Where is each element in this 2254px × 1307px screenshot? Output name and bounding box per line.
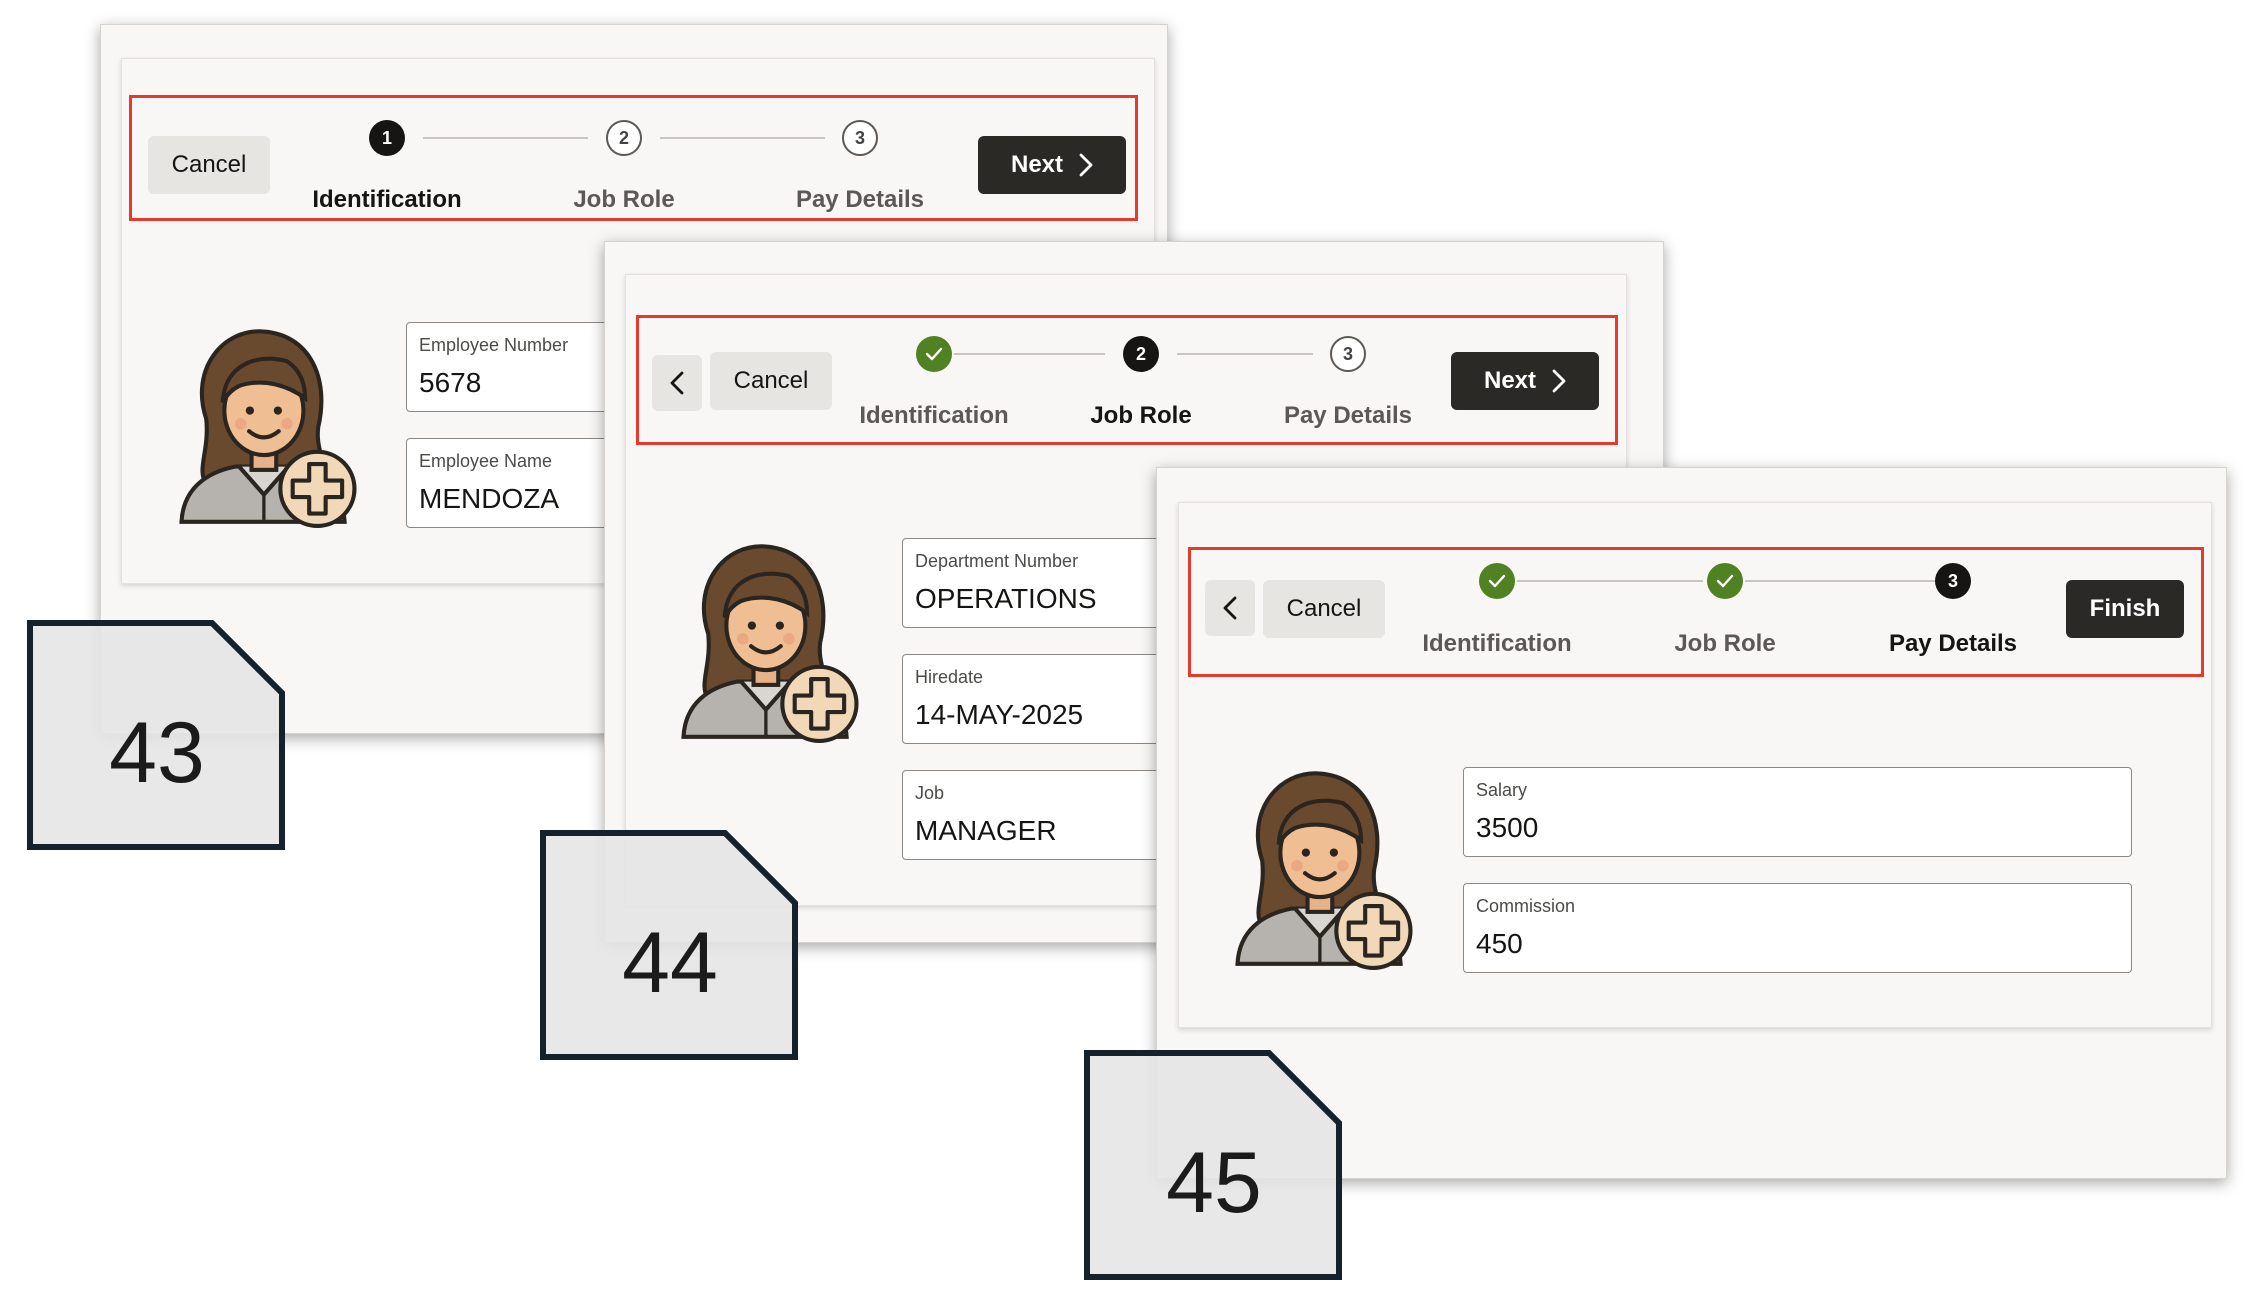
step-label-job-role[interactable]: Job Role xyxy=(494,186,754,214)
add-person-avatar-icon xyxy=(1224,762,1424,972)
back-button[interactable] xyxy=(1205,580,1255,636)
department-number-field[interactable]: Department Number OPERATIONS xyxy=(902,538,1162,628)
field-label: Salary xyxy=(1476,780,1528,800)
page-badge-43: 43 xyxy=(27,620,287,850)
next-button[interactable]: Next xyxy=(1451,352,1599,410)
field-value: 14-MAY-2025 xyxy=(915,699,1084,730)
step-1-indicator[interactable] xyxy=(916,336,952,372)
cancel-button[interactable]: Cancel xyxy=(148,136,270,194)
add-person-avatar-icon xyxy=(670,535,870,745)
field-value: 5678 xyxy=(419,367,482,398)
field-value: 3500 xyxy=(1476,812,1539,843)
check-icon xyxy=(1716,574,1734,588)
field-label: Hiredate xyxy=(915,667,984,687)
page-number: 43 xyxy=(109,705,205,801)
page-badge-44: 44 xyxy=(540,830,800,1060)
step-3-indicator[interactable]: 3 xyxy=(842,120,878,156)
field-label: Employee Name xyxy=(419,451,553,471)
field-value: OPERATIONS xyxy=(915,583,1097,614)
step-connector xyxy=(660,137,825,139)
back-button[interactable] xyxy=(652,355,702,411)
step-label-job-role[interactable]: Job Role xyxy=(1595,630,1855,658)
step-connector xyxy=(1517,580,1703,582)
finish-button[interactable]: Finish xyxy=(2066,580,2184,638)
step-label-pay-details[interactable]: Pay Details xyxy=(1218,402,1478,430)
check-icon xyxy=(925,347,943,361)
step-connector xyxy=(954,353,1105,355)
field-label: Department Number xyxy=(915,551,1079,571)
step-label-identification[interactable]: Identification xyxy=(1367,630,1627,658)
hiredate-field[interactable]: Hiredate 14-MAY-2025 xyxy=(902,654,1162,744)
chevron-right-icon xyxy=(1552,369,1566,393)
next-button[interactable]: Next xyxy=(978,136,1126,194)
step-label-identification[interactable]: Identification xyxy=(257,186,517,214)
step-connector xyxy=(423,137,588,139)
step-2-indicator[interactable]: 2 xyxy=(606,120,642,156)
job-field[interactable]: Job MANAGER xyxy=(902,770,1162,860)
field-value: MANAGER xyxy=(915,815,1057,846)
chevron-left-icon xyxy=(670,371,684,395)
next-button-label: Next xyxy=(1010,151,1064,178)
step-1-indicator[interactable]: 1 xyxy=(369,120,405,156)
salary-field[interactable]: Salary 3500 xyxy=(1463,767,2132,857)
add-person-avatar-icon xyxy=(168,320,368,530)
page-badge-45: 45 xyxy=(1084,1050,1344,1280)
step-1-indicator[interactable] xyxy=(1479,563,1515,599)
field-value: 450 xyxy=(1476,928,1523,959)
chevron-left-icon xyxy=(1223,596,1237,620)
commission-field[interactable]: Commission 450 xyxy=(1463,883,2132,973)
field-label: Commission xyxy=(1476,896,1576,916)
field-label: Employee Number xyxy=(419,335,569,355)
page-number: 44 xyxy=(622,915,718,1011)
step-connector xyxy=(1745,580,1935,582)
step-label-pay-details[interactable]: Pay Details xyxy=(1823,630,2083,658)
field-value: MENDOZA xyxy=(419,483,559,514)
check-icon xyxy=(1488,574,1506,588)
step-3-indicator[interactable]: 3 xyxy=(1935,563,1971,599)
step-2-indicator[interactable] xyxy=(1707,563,1743,599)
page-number: 45 xyxy=(1166,1135,1262,1231)
step-label-pay-details[interactable]: Pay Details xyxy=(730,186,990,214)
step-3-indicator[interactable]: 3 xyxy=(1330,336,1366,372)
step-2-indicator[interactable]: 2 xyxy=(1123,336,1159,372)
step-connector xyxy=(1177,353,1313,355)
next-button-label: Next xyxy=(1483,367,1537,394)
field-label: Job xyxy=(915,783,945,803)
chevron-right-icon xyxy=(1079,153,1093,177)
